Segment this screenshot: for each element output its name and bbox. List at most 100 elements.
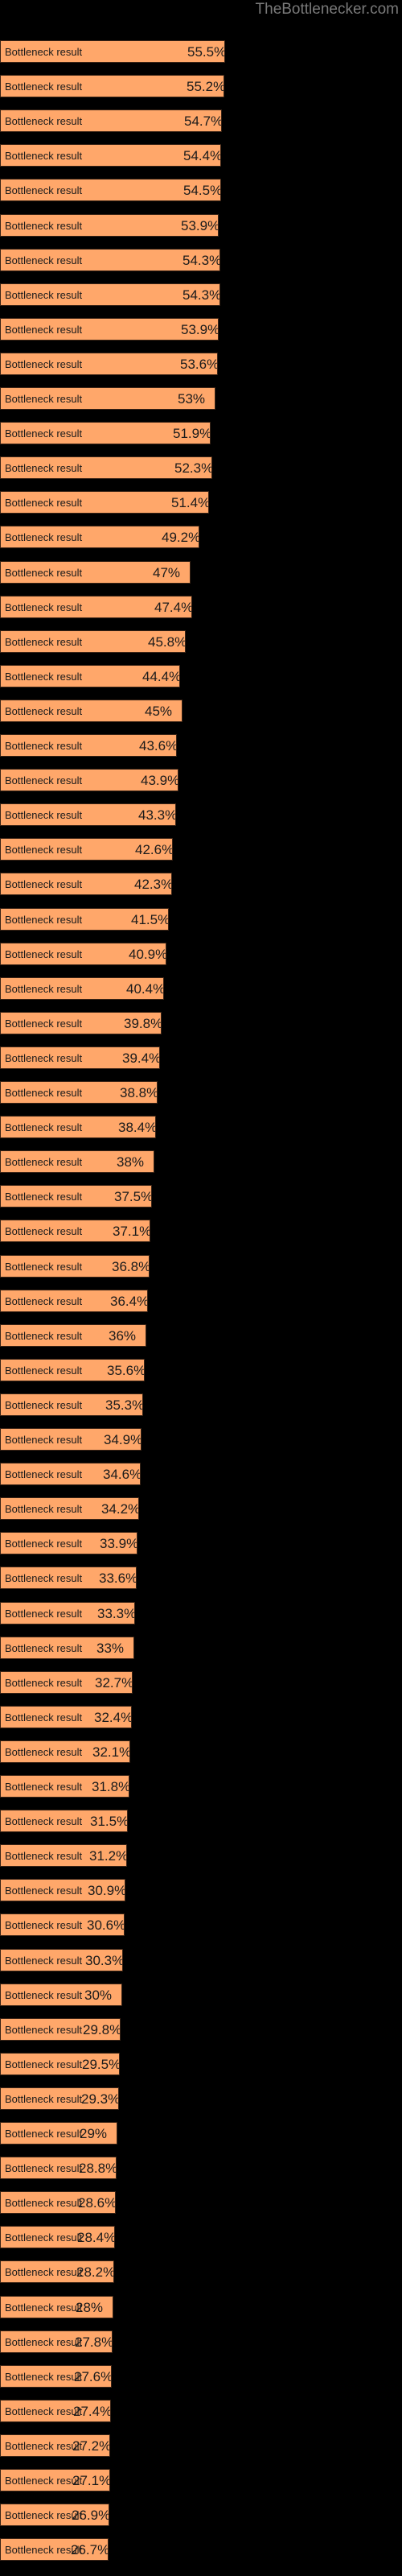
chart-bar-row: Bottleneck result 36.8%	[0, 1255, 150, 1278]
bar-category-label: Bottleneck result	[5, 289, 83, 301]
chart-bar: Bottleneck result 49.2%	[0, 526, 199, 548]
chart-bar: Bottleneck result 29%	[0, 2122, 117, 2145]
bar-category-label: Bottleneck result	[5, 1087, 83, 1099]
bar-category-label: Bottleneck result	[5, 948, 83, 960]
chart-bar-row: Bottleneck result 34.9%	[0, 1428, 142, 1451]
chart-bar-row: Bottleneck result 43.3%	[0, 803, 176, 826]
chart-bar-row: Bottleneck result 42.6%	[0, 838, 173, 861]
chart-bar: Bottleneck result 54.3%	[0, 249, 220, 271]
chart-bar-row: Bottleneck result 27.8%	[0, 2330, 113, 2353]
bar-category-label: Bottleneck result	[5, 2162, 83, 2174]
bar-value-label: 26.9%	[72, 2508, 109, 2523]
chart-bar-row: Bottleneck result 53%	[0, 387, 215, 410]
bar-category-label: Bottleneck result	[5, 427, 83, 440]
chart-bar-row: Bottleneck result 51.4%	[0, 491, 209, 514]
chart-bar: Bottleneck result 33.3%	[0, 1602, 135, 1624]
chart-bar: Bottleneck result 55.2%	[0, 75, 224, 97]
chart-bar: Bottleneck result 36%	[0, 1324, 146, 1347]
bar-category-label: Bottleneck result	[5, 1919, 83, 1931]
chart-bar: Bottleneck result 29.3%	[0, 2087, 119, 2110]
plot-area: Bottleneck result 55.5% Bottleneck result 5…	[0, 0, 402, 2576]
chart-bar-row: Bottleneck result 53.9%	[0, 214, 219, 237]
chart-bar-row: Bottleneck result 30.9%	[0, 1879, 125, 1901]
bar-value-label: 54.7%	[184, 114, 222, 129]
chart-bar: Bottleneck result 43.9%	[0, 769, 178, 791]
chart-bar: Bottleneck result 28.2%	[0, 2260, 114, 2283]
chart-bar-row: Bottleneck result 33.6%	[0, 1567, 137, 1589]
bar-value-label: 49.2%	[162, 530, 199, 545]
bar-value-label: 34.6%	[103, 1467, 141, 1482]
chart-bar: Bottleneck result 30%	[0, 1984, 122, 2006]
chart-bar: Bottleneck result 29.8%	[0, 2018, 121, 2041]
chart-bar: Bottleneck result 40.4%	[0, 977, 164, 1000]
bar-value-label: 44.4%	[142, 669, 180, 684]
chart-bar-row: Bottleneck result 51.9%	[0, 422, 211, 444]
chart-bar-row: Bottleneck result 52.3%	[0, 456, 212, 479]
chart-bar-row: Bottleneck result 54.5%	[0, 179, 221, 201]
bar-value-label: 40.4%	[126, 981, 164, 997]
bar-category-label: Bottleneck result	[5, 150, 83, 162]
bar-value-label: 45%	[145, 704, 173, 719]
chart-bar: Bottleneck result 37.1%	[0, 1220, 150, 1242]
bar-value-label: 28%	[76, 2300, 104, 2315]
chart-bar: Bottleneck result 27.1%	[0, 2469, 110, 2491]
chart-bar: Bottleneck result 45.8%	[0, 630, 186, 653]
bar-category-label: Bottleneck result	[5, 2301, 83, 2314]
bar-category-label: Bottleneck result	[5, 358, 83, 370]
chart-bar: Bottleneck result 35.3%	[0, 1393, 143, 1416]
chart-bar: Bottleneck result 26.9%	[0, 2504, 109, 2526]
chart-bar: Bottleneck result 40.9%	[0, 943, 166, 965]
chart-bar-row: Bottleneck result 43.9%	[0, 769, 178, 791]
bar-value-label: 33.6%	[99, 1571, 137, 1586]
chart-bar: Bottleneck result 39.4%	[0, 1046, 160, 1069]
chart-bar-row: Bottleneck result 53.6%	[0, 353, 218, 375]
chart-bar-row: Bottleneck result 42.3%	[0, 873, 172, 895]
bar-value-label: 51.4%	[171, 495, 209, 510]
bar-value-label: 27.1%	[72, 2473, 110, 2488]
chart-bar: Bottleneck result 28.8%	[0, 2157, 117, 2179]
bar-value-label: 37.5%	[114, 1189, 152, 1204]
chart-bar-row: Bottleneck result 49.2%	[0, 526, 199, 548]
bar-value-label: 27.6%	[74, 2369, 112, 2384]
chart-bar: Bottleneck result 53.9%	[0, 214, 219, 237]
chart-bar-row: Bottleneck result 33.3%	[0, 1602, 135, 1624]
bar-value-label: 45.8%	[148, 634, 186, 650]
bar-category-label: Bottleneck result	[5, 1225, 83, 1237]
chart-bar-row: Bottleneck result 34.2%	[0, 1497, 139, 1520]
chart-bar: Bottleneck result 30.9%	[0, 1879, 125, 1901]
chart-bar: Bottleneck result 34.2%	[0, 1497, 139, 1520]
bar-category-label: Bottleneck result	[5, 2197, 83, 2209]
bar-value-label: 42.6%	[135, 842, 173, 857]
chart-bar: Bottleneck result 42.3%	[0, 873, 172, 895]
bar-value-label: 29.5%	[82, 2057, 120, 2072]
chart-bar: Bottleneck result 26.7%	[0, 2538, 109, 2561]
chart-bar-row: Bottleneck result 54.3%	[0, 283, 220, 306]
chart-bar: Bottleneck result 28.4%	[0, 2226, 115, 2248]
bar-category-label: Bottleneck result	[5, 497, 83, 509]
chart-bar: Bottleneck result 33%	[0, 1637, 134, 1659]
chart-bar-row: Bottleneck result 45.8%	[0, 630, 186, 653]
chart-bar-row: Bottleneck result 37.1%	[0, 1220, 150, 1242]
bar-value-label: 54.3%	[183, 287, 220, 303]
chart-bar: Bottleneck result 53.6%	[0, 353, 218, 375]
chart-bar-row: Bottleneck result 30%	[0, 1984, 122, 2006]
bar-category-label: Bottleneck result	[5, 2024, 83, 2036]
bar-value-label: 29.3%	[81, 2091, 119, 2107]
bar-value-label: 47.4%	[154, 600, 192, 615]
chart-bar: Bottleneck result 38.8%	[0, 1081, 158, 1104]
chart-bar-row: Bottleneck result 27.6%	[0, 2365, 112, 2388]
bar-category-label: Bottleneck result	[5, 1399, 83, 1411]
bar-category-label: Bottleneck result	[5, 2509, 83, 2521]
chart-bar: Bottleneck result 32.1%	[0, 1740, 130, 1763]
chart-bar: Bottleneck result 35.6%	[0, 1359, 145, 1381]
chart-bar-row: Bottleneck result 55.2%	[0, 75, 224, 97]
chart-bar-row: Bottleneck result 27.4%	[0, 2400, 111, 2422]
bar-category-label: Bottleneck result	[5, 983, 83, 995]
chart-bar-row: Bottleneck result 35.6%	[0, 1359, 145, 1381]
bar-category-label: Bottleneck result	[5, 1503, 83, 1515]
chart-bar-row: Bottleneck result 38.8%	[0, 1081, 158, 1104]
chart-bar: Bottleneck result 37.5%	[0, 1185, 152, 1208]
bar-category-label: Bottleneck result	[5, 462, 83, 474]
chart-bar: Bottleneck result 34.6%	[0, 1463, 141, 1485]
bar-value-label: 30%	[84, 1988, 113, 2003]
